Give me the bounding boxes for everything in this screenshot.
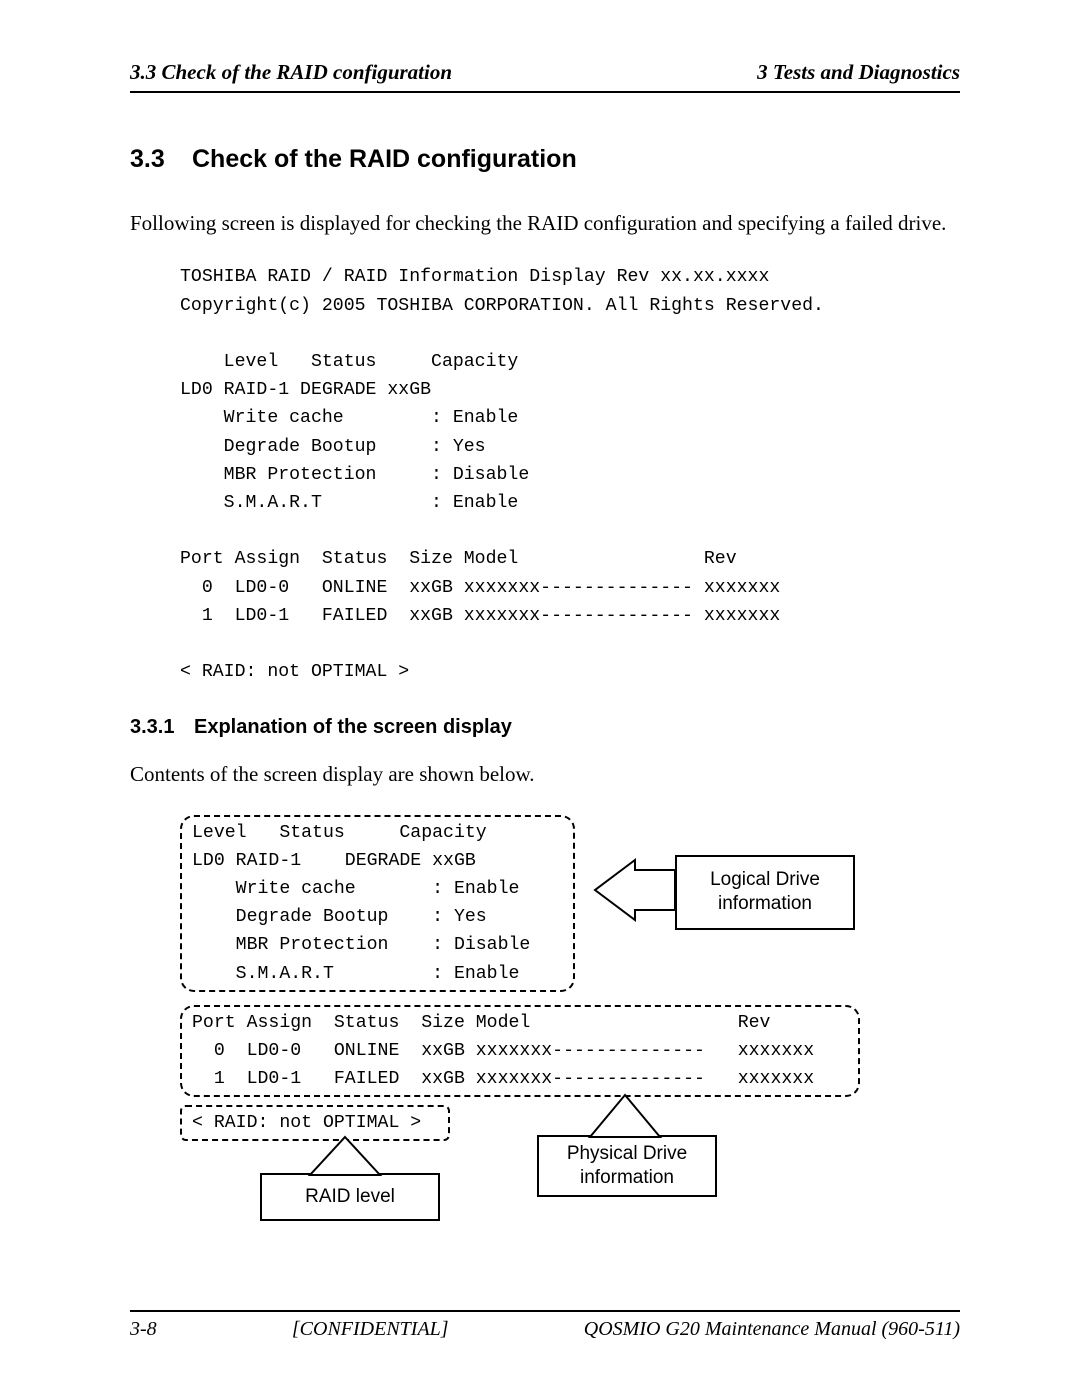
raid-level-box: < RAID: not OPTIMAL >	[180, 1105, 450, 1141]
section-number: 3.3	[130, 145, 192, 174]
subsection-number: 3.3.1	[130, 716, 194, 739]
arrow-left-icon	[575, 860, 675, 920]
physical-drive-box: Port Assign Status Size Model Rev 0 LD0-…	[180, 1005, 860, 1098]
footer-confidential: [CONFIDENTIAL]	[292, 1318, 449, 1341]
subsection-heading: 3.3.1Explanation of the screen display	[130, 716, 960, 739]
arrow-up-icon	[310, 1137, 380, 1175]
section-title: Check of the RAID configuration	[192, 145, 577, 173]
subsection-intro: Contents of the screen display are shown…	[130, 761, 960, 788]
explanation-diagram: Level Status Capacity LD0 RAID-1 DEGRADE…	[180, 815, 960, 1215]
page-footer: 3-8 [CONFIDENTIAL] QOSMIO G20 Maintenanc…	[130, 1310, 960, 1341]
callout-physical-drive: Physical Drive information	[537, 1135, 717, 1197]
logical-drive-box: Level Status Capacity LD0 RAID-1 DEGRADE…	[180, 815, 575, 992]
footer-page-number: 3-8	[130, 1318, 157, 1341]
callout-raid-level: RAID level	[260, 1173, 440, 1221]
section-heading: 3.3Check of the RAID configuration	[130, 145, 960, 174]
running-header: 3.3 Check of the RAID configuration 3 Te…	[130, 60, 960, 93]
header-right: 3 Tests and Diagnostics	[757, 60, 960, 85]
intro-paragraph: Following screen is displayed for checki…	[130, 210, 960, 237]
terminal-output: TOSHIBA RAID / RAID Information Display …	[180, 263, 960, 686]
footer-manual-title: QOSMIO G20 Maintenance Manual (960-511)	[584, 1318, 960, 1341]
header-left: 3.3 Check of the RAID configuration	[130, 60, 452, 85]
arrow-up-icon	[590, 1095, 660, 1137]
callout-logical-drive: Logical Drive information	[675, 855, 855, 930]
page: 3.3 Check of the RAID configuration 3 Te…	[0, 0, 1080, 1397]
subsection-title: Explanation of the screen display	[194, 716, 512, 738]
